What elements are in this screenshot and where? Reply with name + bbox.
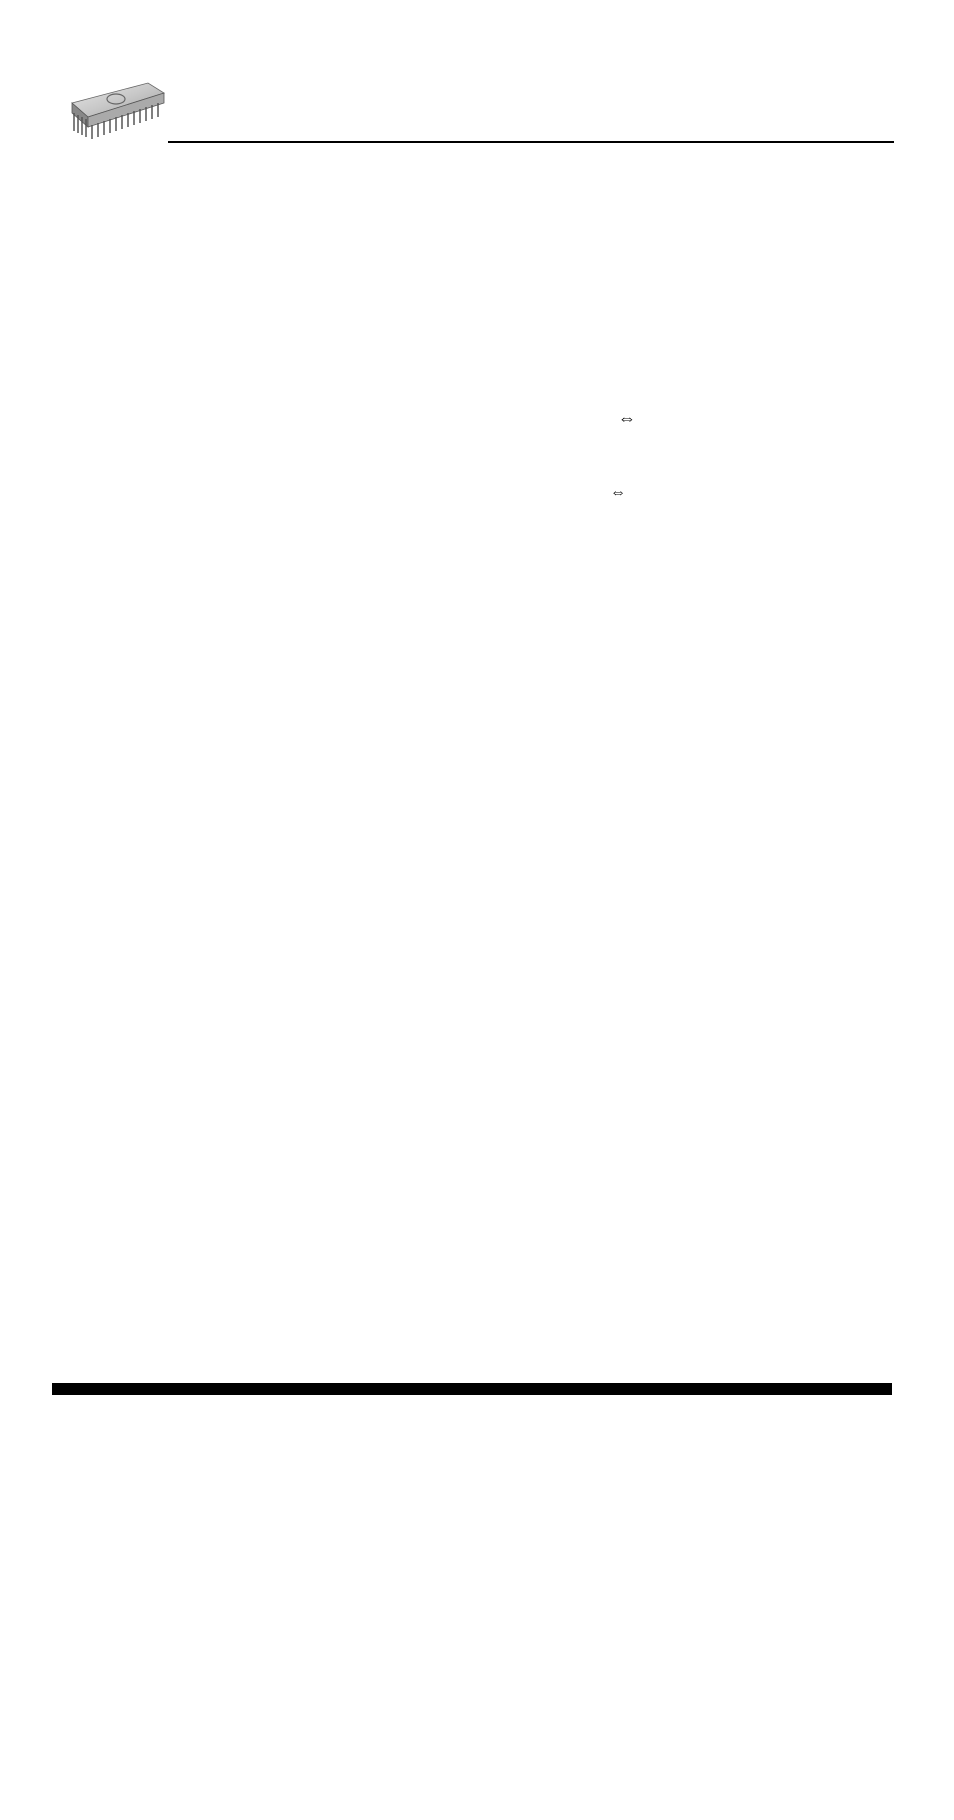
page-header bbox=[60, 75, 894, 147]
header-divider bbox=[168, 141, 894, 143]
footer-bar bbox=[52, 1383, 892, 1395]
chip-icon bbox=[60, 75, 168, 147]
bidirectional-arrow-icon: ⇔ bbox=[618, 408, 636, 429]
bidirectional-arrow-icon: ⇔ bbox=[610, 484, 626, 502]
